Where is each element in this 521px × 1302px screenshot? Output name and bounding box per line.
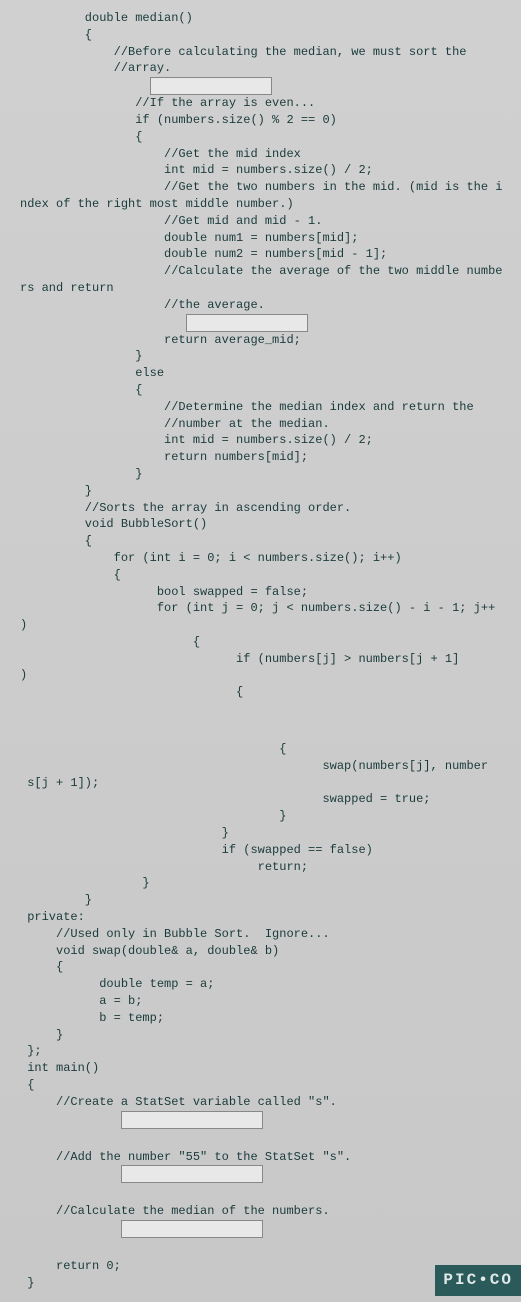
code-line: //Sorts the array in ascending order. [20,500,501,517]
code-line: //Get mid and mid - 1. [20,213,501,230]
code-line: //number at the median. [20,416,501,433]
code-line: { [20,129,501,146]
code-line: { [20,27,501,44]
code-line: }; [20,1043,501,1060]
code-line: private: [20,909,501,926]
code-line: swapped = true; [20,791,501,808]
code-line: void BubbleSort() [20,516,501,533]
code-line: return numbers[mid]; [20,449,501,466]
blank-input-line [20,1220,501,1238]
blank-input-line [20,314,501,332]
code-line: //Get the two numbers in the mid. (mid i… [20,179,501,196]
code-line: } [20,348,501,365]
code-line: //Create a StatSet variable called "s". [20,1094,501,1111]
code-line: int mid = numbers.size() / 2; [20,432,501,449]
code-line: if (numbers[j] > numbers[j + 1] [20,651,501,668]
code-line: if (numbers.size() % 2 == 0) [20,112,501,129]
code-line: //Determine the median index and return … [20,399,501,416]
code-line: return 0; [20,1258,501,1275]
code-line: { [20,741,501,758]
blank-input-line [20,1165,501,1183]
code-line: { [20,1077,501,1094]
code-line: swap(numbers[j], number [20,758,501,775]
code-line: //If the array is even... [20,95,501,112]
code-line: double temp = a; [20,976,501,993]
code-line: bool swapped = false; [20,584,501,601]
code-line: rs and return [20,280,501,297]
code-line: { [20,382,501,399]
watermark-badge: PIC•CO [435,1265,521,1295]
code-line: ) [20,667,501,684]
blank-input-line [20,1111,501,1129]
blank-input-line [20,77,501,95]
code-line: { [20,959,501,976]
code-line: for (int j = 0; j < numbers.size() - i -… [20,600,501,617]
code-line: } [20,1027,501,1044]
code-line: //Get the mid index [20,146,501,163]
code-page: double median() { //Before calculating t… [0,0,521,1302]
code-line: } [20,1275,501,1292]
code-line: b = temp; [20,1010,501,1027]
code-line: } [20,483,501,500]
code-line: //Calculate the median of the numbers. [20,1203,501,1220]
code-line: { [20,567,501,584]
code-line: double median() [20,10,501,27]
code-line: //Used only in Bubble Sort. Ignore... [20,926,501,943]
input-blank[interactable] [150,77,272,95]
code-line: } [20,875,501,892]
code-line: } [20,892,501,909]
code-line: for (int i = 0; i < numbers.size(); i++) [20,550,501,567]
code-line: { [20,533,501,550]
code-line: //the average. [20,297,501,314]
code-line: else [20,365,501,382]
code-line: return average_mid; [20,332,501,349]
code-line: //Before calculating the median, we must… [20,44,501,61]
code-line: } [20,825,501,842]
input-blank[interactable] [121,1220,263,1238]
code-line: int main() [20,1060,501,1077]
code-line: s[j + 1]); [20,775,501,792]
code-line: void swap(double& a, double& b) [20,943,501,960]
code-line: return; [20,859,501,876]
code-line: //Calculate the average of the two middl… [20,263,501,280]
input-blank[interactable] [121,1111,263,1129]
code-line: //array. [20,60,501,77]
input-blank[interactable] [121,1165,263,1183]
code-line: double num1 = numbers[mid]; [20,230,501,247]
code-line: double num2 = numbers[mid - 1]; [20,246,501,263]
code-line: a = b; [20,993,501,1010]
code-line: int mid = numbers.size() / 2; [20,162,501,179]
code-line: ) [20,617,501,634]
code-line: } [20,466,501,483]
code-line: //Add the number "55" to the StatSet "s"… [20,1149,501,1166]
input-blank[interactable] [186,314,308,332]
code-line: ndex of the right most middle number.) [20,196,501,213]
code-line: { [20,634,501,651]
code-line: if (swapped == false) [20,842,501,859]
code-line: { [20,684,501,701]
code-line: } [20,808,501,825]
